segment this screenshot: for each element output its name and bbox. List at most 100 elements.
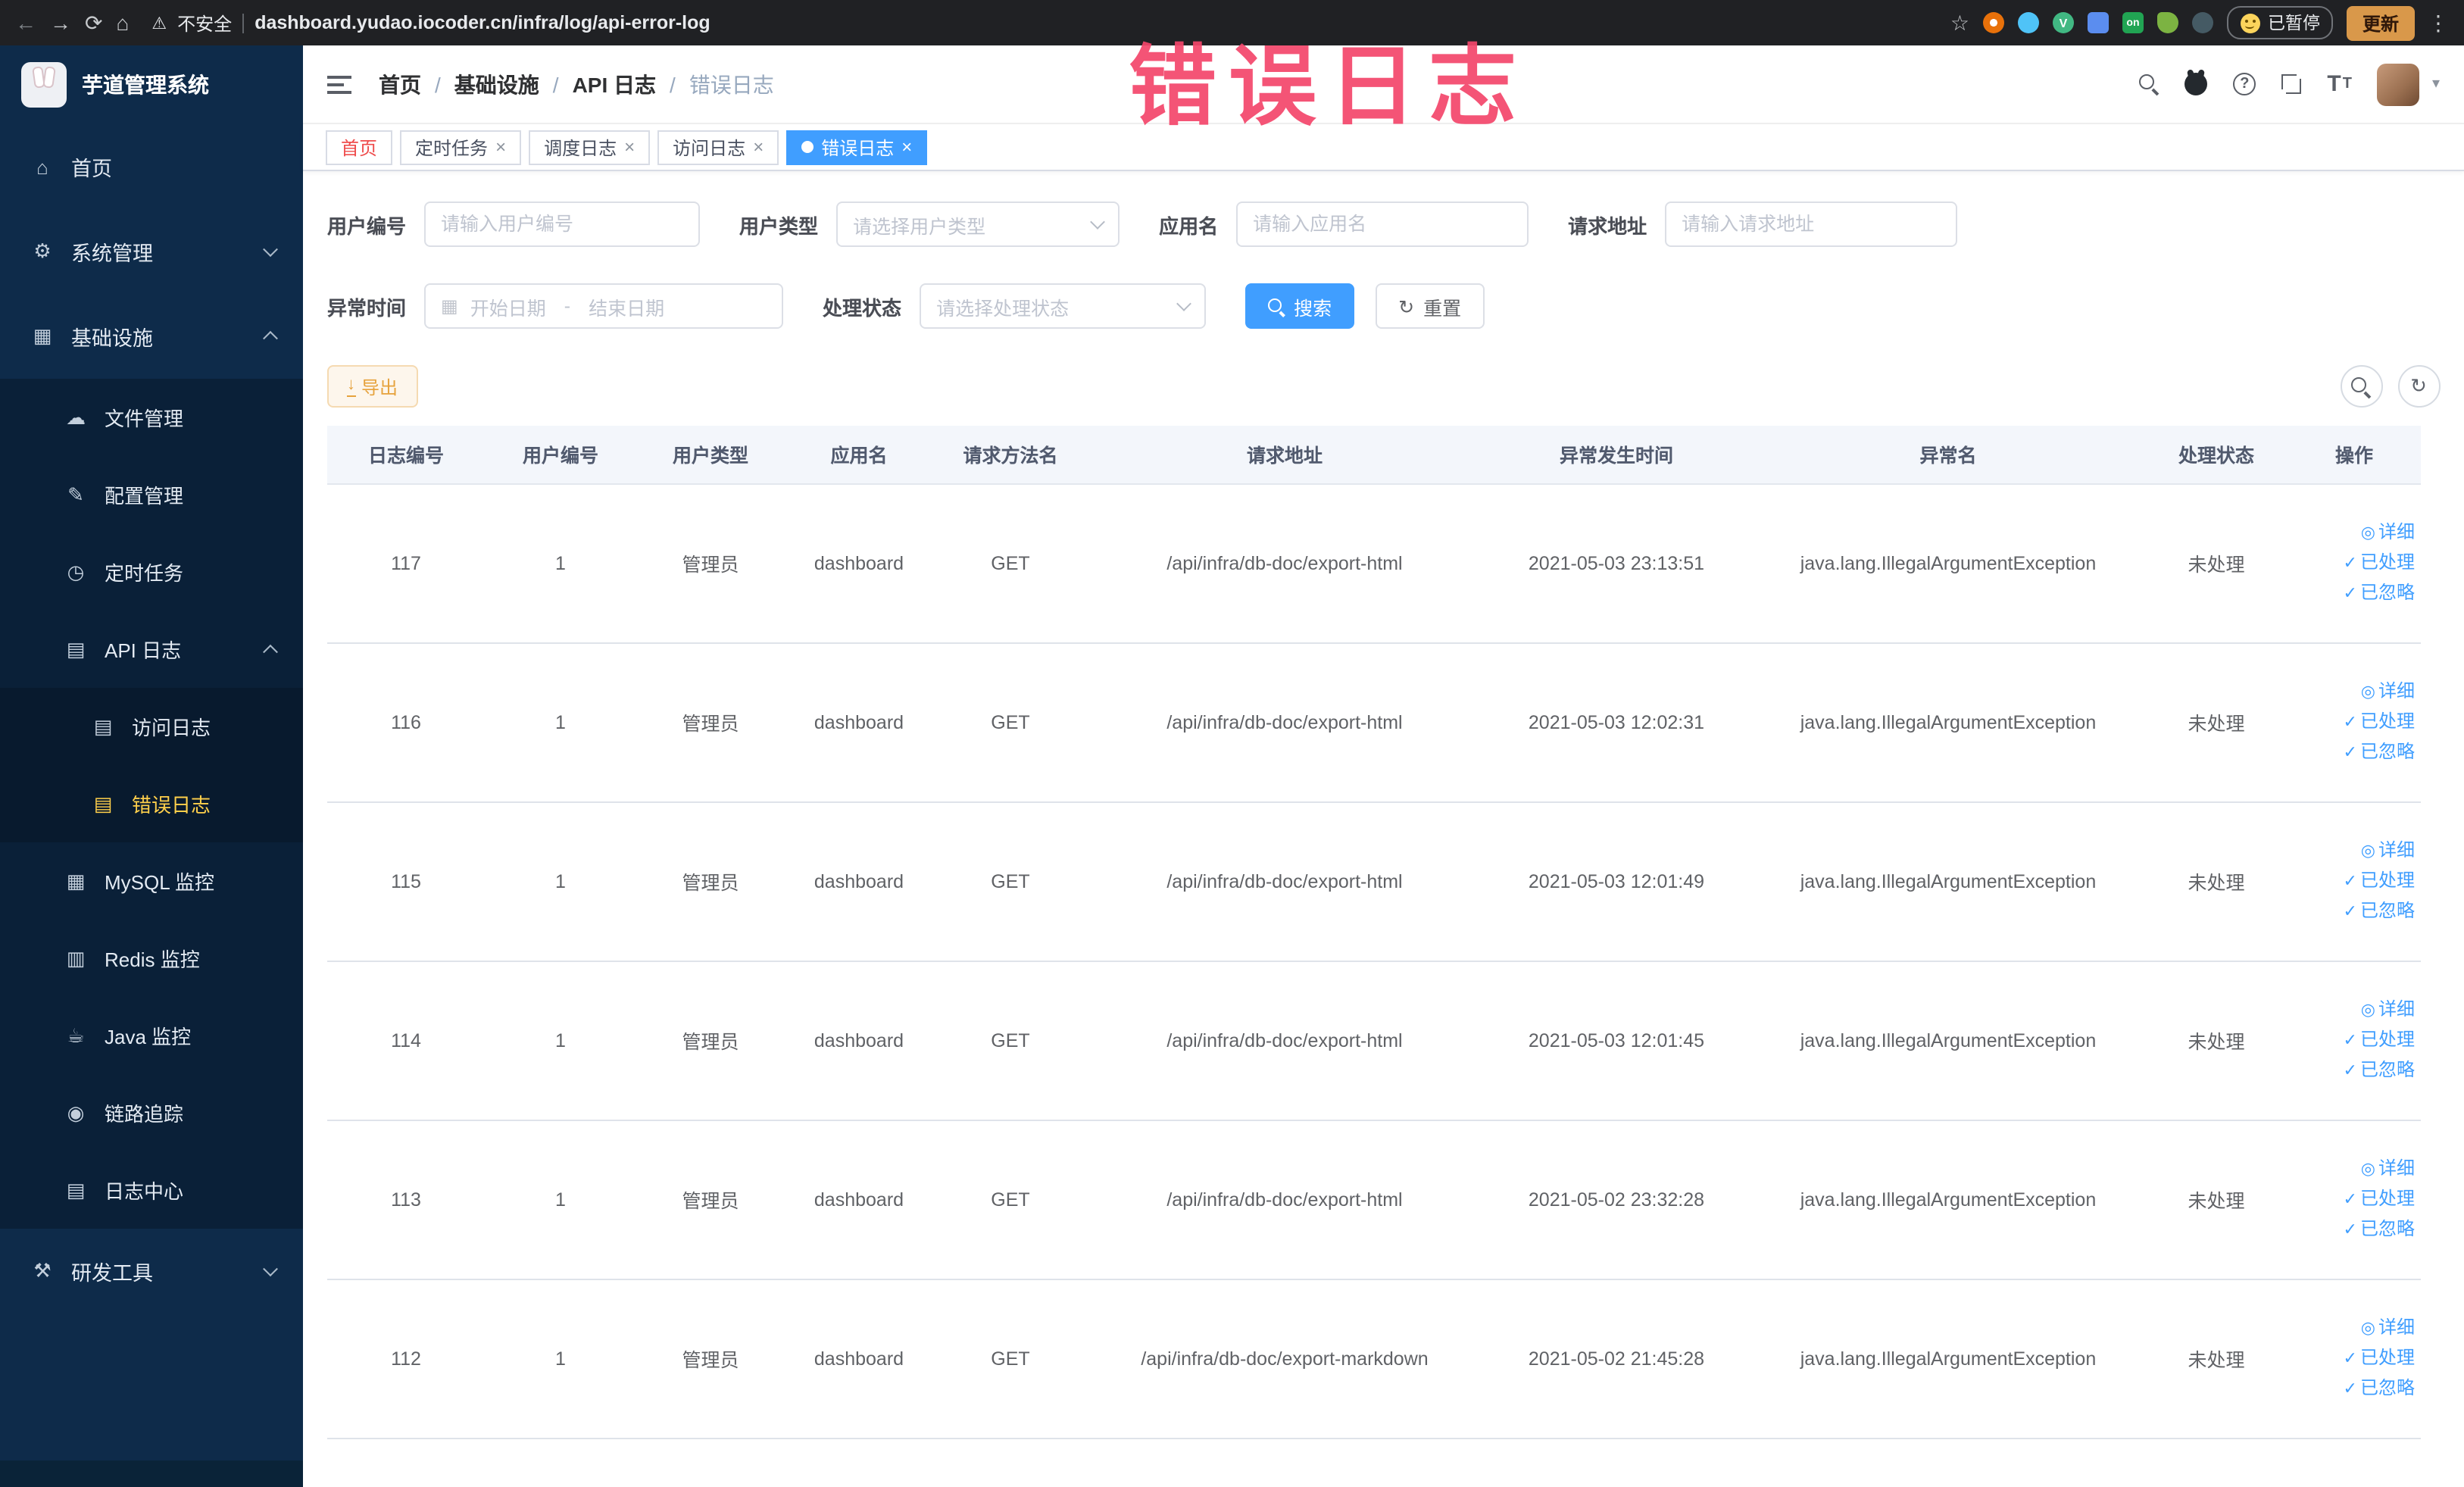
cell-exception-time: 2021-05-03 23:13:51 <box>1482 483 1751 643</box>
github-icon[interactable] <box>2184 73 2208 95</box>
close-icon[interactable]: × <box>901 138 912 156</box>
close-icon[interactable]: × <box>753 138 764 156</box>
sidebar-item-trace[interactable]: ◉ 链路追踪 <box>0 1074 303 1151</box>
sidebar-item-log-center[interactable]: ▤ 日志中心 <box>0 1151 303 1229</box>
sidebar-item-error-log[interactable]: ▤ 错误日志 <box>0 765 303 842</box>
vue-devtools-icon[interactable]: V <box>2052 12 2074 33</box>
font-size-icon[interactable]: TT <box>2327 71 2352 97</box>
tab-home[interactable]: 首页 <box>326 130 393 164</box>
cell-actions: ◎ 详细 ✓ 已处理 ✓ 已忽略 <box>2288 483 2421 643</box>
chevron-down-icon <box>1090 214 1105 230</box>
detail-link[interactable]: ◎ 详细 <box>2294 517 2415 548</box>
reset-button[interactable]: ↻ 重置 <box>1376 283 1485 329</box>
sidebar-item-system[interactable]: ⚙ 系统管理 <box>0 209 303 294</box>
chevron-down-icon <box>263 242 278 258</box>
breadcrumb-item-api-log[interactable]: API 日志 <box>573 69 656 99</box>
tab-error-log[interactable]: 错误日志 × <box>786 130 928 164</box>
reload-icon[interactable]: ⟳ <box>85 12 102 33</box>
extension-leaf-icon[interactable] <box>2156 12 2178 33</box>
user-avatar[interactable] <box>2377 63 2420 105</box>
processed-link[interactable]: ✓ 已处理 <box>2294 707 2415 737</box>
processed-link[interactable]: ✓ 已处理 <box>2294 1343 2415 1373</box>
app-name-input[interactable] <box>1236 201 1529 247</box>
cell-actions: ◎ 详细 ✓ 已处理 ✓ 已忽略 <box>2288 642 2421 802</box>
detail-link[interactable]: ◎ 详细 <box>2294 1154 2415 1184</box>
table-row: 117 1 管理员 dashboard GET /api/infra/db-do… <box>327 483 2421 643</box>
sidebar-item-mysql[interactable]: ▦ MySQL 监控 <box>0 842 303 920</box>
processed-link[interactable]: ✓ 已处理 <box>2294 866 2415 896</box>
filter-row-2: 异常时间 ▦ 开始日期 - 结束日期 处理状态 请选择处理状态 搜索 ↻ 重置 <box>327 283 2440 329</box>
document-icon: ▤ <box>66 1178 86 1201</box>
tab-job[interactable]: 定时任务 × <box>400 130 522 164</box>
tab-access-log[interactable]: 访问日志 × <box>657 130 779 164</box>
extension-on-icon[interactable]: on <box>2122 12 2144 33</box>
bookmark-star-icon[interactable]: ☆ <box>1950 12 1969 33</box>
address-bar[interactable]: ⚠ 不安全 dashboard.yudao.iocoder.cn/infra/l… <box>142 10 1936 36</box>
extension-orange-icon[interactable] <box>1982 12 2004 33</box>
ignored-link[interactable]: ✓ 已忽略 <box>2294 1373 2415 1404</box>
ignored-link[interactable]: ✓ 已忽略 <box>2294 896 2415 926</box>
sidebar-item-infra[interactable]: ▦ 基础设施 <box>0 294 303 379</box>
smiley-ext-icon <box>2240 13 2260 33</box>
toggle-search-button[interactable] <box>2340 365 2382 408</box>
filter-row-1: 用户编号 用户类型 请选择用户类型 应用名 <box>327 201 2440 247</box>
check-icon: ✓ <box>2343 1220 2357 1239</box>
table-toolbar: ↓ 导出 ↻ <box>327 365 2440 408</box>
breadcrumb-item-infra[interactable]: 基础设施 <box>454 69 539 99</box>
cell-log-id: 117 <box>327 483 485 643</box>
extension-grid-icon[interactable] <box>2087 12 2109 33</box>
sidebar-item-api-log[interactable]: ▤ API 日志 <box>0 611 303 688</box>
exception-time-range-picker[interactable]: ▦ 开始日期 - 结束日期 <box>424 283 784 329</box>
cell-actions: ◎ 详细 ✓ 已处理 ✓ 已忽略 <box>2288 801 2421 961</box>
processed-link[interactable]: ✓ 已处理 <box>2294 1184 2415 1214</box>
update-button[interactable]: 更新 <box>2347 5 2414 40</box>
sidebar-item-config[interactable]: ✎ 配置管理 <box>0 456 303 533</box>
process-status-select[interactable]: 请选择处理状态 <box>920 283 1207 329</box>
app-logo[interactable]: 芋道管理系统 <box>0 45 303 124</box>
not-secure-label: 不安全 <box>177 13 233 34</box>
close-icon[interactable]: × <box>495 138 506 156</box>
cell-status: 未处理 <box>2145 642 2288 802</box>
detail-link[interactable]: ◎ 详细 <box>2294 995 2415 1025</box>
sidebar-item-access-log[interactable]: ▤ 访问日志 <box>0 688 303 765</box>
ignored-link[interactable]: ✓ 已忽略 <box>2294 578 2415 608</box>
ignored-link[interactable]: ✓ 已忽略 <box>2294 737 2415 767</box>
tab-schedule-log[interactable]: 调度日志 × <box>529 130 651 164</box>
sidebar-item-redis[interactable]: ▥ Redis 监控 <box>0 920 303 997</box>
search-icon <box>1268 298 1285 314</box>
fullscreen-icon[interactable] <box>2281 74 2302 94</box>
detail-link[interactable]: ◎ 详细 <box>2294 836 2415 866</box>
chevron-down-icon <box>1176 296 1191 311</box>
sidebar-item-job[interactable]: ◷ 定时任务 <box>0 533 303 611</box>
extension-drop-icon[interactable] <box>2017 12 2039 33</box>
home-icon[interactable]: ⌂ <box>116 12 129 33</box>
processed-link[interactable]: ✓ 已处理 <box>2294 1025 2415 1055</box>
user-type-select[interactable]: 请选择用户类型 <box>836 201 1120 247</box>
app-name-label: 应用名 <box>1159 214 1219 237</box>
help-icon[interactable]: ? <box>2233 73 2256 95</box>
search-icon[interactable] <box>2139 74 2159 94</box>
detail-link[interactable]: ◎ 详细 <box>2294 676 2415 707</box>
user-id-input[interactable] <box>424 201 701 247</box>
sidebar-item-dev-tools[interactable]: ⚒ 研发工具 <box>0 1229 303 1314</box>
paused-badge[interactable]: 已暂停 <box>2226 6 2334 39</box>
detail-link[interactable]: ◎ 详细 <box>2294 1313 2415 1343</box>
user-menu-caret-icon[interactable]: ▾ <box>2432 76 2440 92</box>
extension-paw-icon[interactable] <box>2191 12 2213 33</box>
close-icon[interactable]: × <box>624 138 635 156</box>
ignored-link[interactable]: ✓ 已忽略 <box>2294 1214 2415 1245</box>
sidebar-item-file[interactable]: ☁ 文件管理 <box>0 379 303 456</box>
request-url-input[interactable] <box>1665 201 1958 247</box>
search-button[interactable]: 搜索 <box>1245 283 1355 329</box>
processed-link[interactable]: ✓ 已处理 <box>2294 548 2415 578</box>
ignored-link[interactable]: ✓ 已忽略 <box>2294 1055 2415 1086</box>
refresh-button[interactable]: ↻ <box>2397 365 2440 408</box>
back-icon[interactable]: ← <box>15 12 36 33</box>
hamburger-icon[interactable] <box>327 75 351 93</box>
breadcrumb-item-home[interactable]: 首页 <box>379 69 421 99</box>
sidebar-item-home[interactable]: ⌂ 首页 <box>0 124 303 209</box>
forward-icon[interactable]: → <box>50 12 71 33</box>
browser-menu-icon[interactable]: ⋮ <box>2428 12 2449 33</box>
sidebar-item-java[interactable]: ☕ Java 监控 <box>0 997 303 1074</box>
export-button[interactable]: ↓ 导出 <box>327 365 418 408</box>
